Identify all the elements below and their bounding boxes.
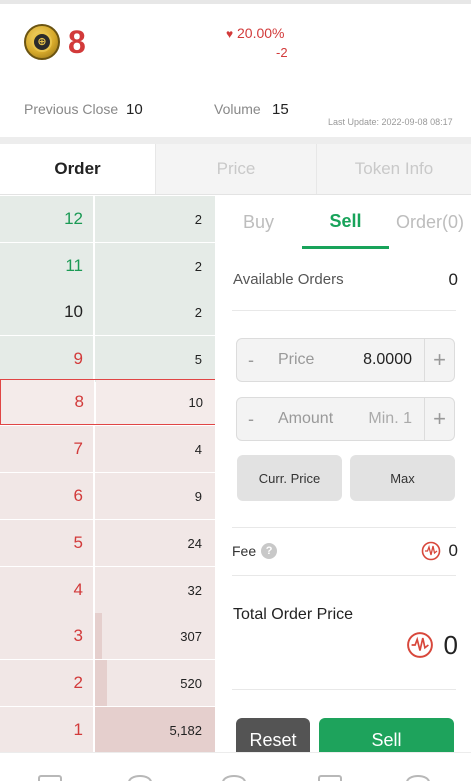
- fee-label: Fee ?: [232, 543, 278, 559]
- price-stepper[interactable]: - Price 8.0000 +: [236, 338, 455, 382]
- token-header: ⊕ 8 ♥ 20.00% -2 Previous Close 10 Volume…: [0, 4, 471, 137]
- tab-sell[interactable]: Sell: [302, 196, 389, 249]
- order-book-row[interactable]: 11 2: [0, 243, 215, 289]
- row-price: 5: [73, 533, 83, 552]
- order-book-row[interactable]: 6 9: [0, 473, 215, 519]
- price-increment-button[interactable]: +: [424, 339, 454, 381]
- row-price: 10: [64, 302, 83, 321]
- order-book-row[interactable]: 9 5: [0, 336, 215, 382]
- current-price: 8: [68, 24, 86, 60]
- row-quantity: 2: [194, 304, 202, 320]
- tab-buy[interactable]: Buy: [215, 196, 302, 249]
- price-decrement-button[interactable]: -: [237, 339, 265, 381]
- fee-label-text: Fee: [232, 543, 257, 559]
- row-price: 1: [73, 720, 83, 739]
- trade-panel: Buy Sell Order(0) Available Orders 0 - P…: [215, 196, 471, 762]
- tab-orders[interactable]: Order(0): [389, 196, 471, 249]
- amount-increment-button[interactable]: +: [424, 398, 454, 440]
- row-price: 9: [73, 349, 83, 368]
- tab-price[interactable]: Price: [155, 144, 316, 194]
- currency-coin-icon: [421, 541, 441, 561]
- amount-stepper[interactable]: - Amount Min. 1 +: [236, 397, 455, 441]
- change-percent-text: 20.00%: [237, 25, 285, 41]
- row-price: 8: [74, 392, 84, 411]
- tab-order[interactable]: Order: [0, 144, 155, 194]
- row-price: 4: [73, 580, 83, 599]
- main-tabs: Order Price Token Info: [0, 144, 471, 195]
- row-price: 3: [73, 626, 83, 645]
- nav-search-icon[interactable]: [222, 775, 246, 781]
- amount-decrement-button[interactable]: -: [237, 398, 265, 440]
- depth-bar: [95, 613, 103, 659]
- total-order-price-value: 0: [443, 630, 458, 660]
- available-orders-value: 0: [448, 270, 458, 289]
- row-quantity: 307: [180, 628, 202, 644]
- divider: [232, 689, 456, 690]
- order-book-row[interactable]: 2 520: [0, 660, 215, 706]
- row-price: 7: [73, 439, 83, 458]
- row-quantity: 2: [194, 258, 202, 274]
- nav-settings-icon[interactable]: [406, 775, 430, 781]
- order-book-row[interactable]: 1 5,182: [0, 707, 215, 753]
- order-book-row[interactable]: 5 24: [0, 520, 215, 566]
- order-book-row-current[interactable]: 8 10: [0, 379, 216, 425]
- order-book-row[interactable]: 4 32: [0, 567, 215, 613]
- row-quantity: 5,182: [169, 722, 202, 738]
- divider: [232, 310, 456, 311]
- fee-value: 0: [448, 541, 458, 560]
- row-quantity: 24: [187, 535, 202, 551]
- row-price: 11: [65, 256, 83, 275]
- row-quantity: 9: [194, 488, 202, 504]
- token-coin-icon: ⊕: [24, 24, 60, 60]
- divider: [232, 575, 456, 576]
- nav-wallet-icon[interactable]: [318, 775, 342, 781]
- section-divider: [0, 137, 471, 144]
- currency-coin-icon: [407, 632, 433, 658]
- order-book-row[interactable]: 12 2: [0, 196, 215, 242]
- amount-input[interactable]: Min. 1: [368, 398, 412, 440]
- available-orders-label: Available Orders: [233, 271, 344, 288]
- current-price-button[interactable]: Curr. Price: [237, 455, 342, 501]
- volume-value: 15: [272, 101, 289, 118]
- volume-label: Volume: [214, 101, 261, 117]
- order-book-row[interactable]: 10 2: [0, 289, 215, 335]
- last-update: Last Update: 2022-09-08 08:17: [328, 117, 453, 127]
- previous-close-value: 10: [126, 101, 143, 118]
- price-input[interactable]: 8.0000: [363, 339, 412, 381]
- row-price: 6: [73, 486, 83, 505]
- previous-close-label: Previous Close: [24, 101, 119, 117]
- row-quantity: 10: [188, 394, 203, 410]
- row-price: 2: [73, 673, 83, 692]
- row-quantity: 32: [187, 582, 202, 598]
- row-price: 12: [64, 209, 83, 228]
- row-quantity: 4: [194, 441, 202, 457]
- divider: [232, 527, 456, 528]
- max-button[interactable]: Max: [350, 455, 455, 501]
- heart-icon: ♥: [226, 27, 234, 41]
- row-quantity: 520: [180, 675, 202, 691]
- order-book-row[interactable]: 7 4: [0, 426, 215, 472]
- nav-home-icon[interactable]: [38, 775, 62, 781]
- price-label: Price: [278, 351, 315, 368]
- row-quantity: 2: [194, 211, 202, 227]
- trade-tabs: Buy Sell Order(0): [215, 196, 471, 249]
- tab-token-info[interactable]: Token Info: [316, 144, 471, 194]
- help-icon[interactable]: ?: [261, 543, 278, 559]
- row-quantity: 5: [194, 351, 202, 367]
- change-percent: ♥ 20.00%: [226, 25, 285, 41]
- bottom-navigation: [0, 752, 471, 781]
- change-absolute: -2: [276, 45, 288, 60]
- total-order-price-label: Total Order Price: [233, 606, 354, 623]
- nav-market-icon[interactable]: [128, 775, 152, 781]
- order-book: 12 2 11 2 10 2 9 5 8 10 7 4 6 9 5 24 4 3…: [0, 196, 216, 753]
- depth-bar: [95, 660, 107, 706]
- order-book-row[interactable]: 3 307: [0, 613, 215, 659]
- amount-label: Amount: [278, 410, 334, 427]
